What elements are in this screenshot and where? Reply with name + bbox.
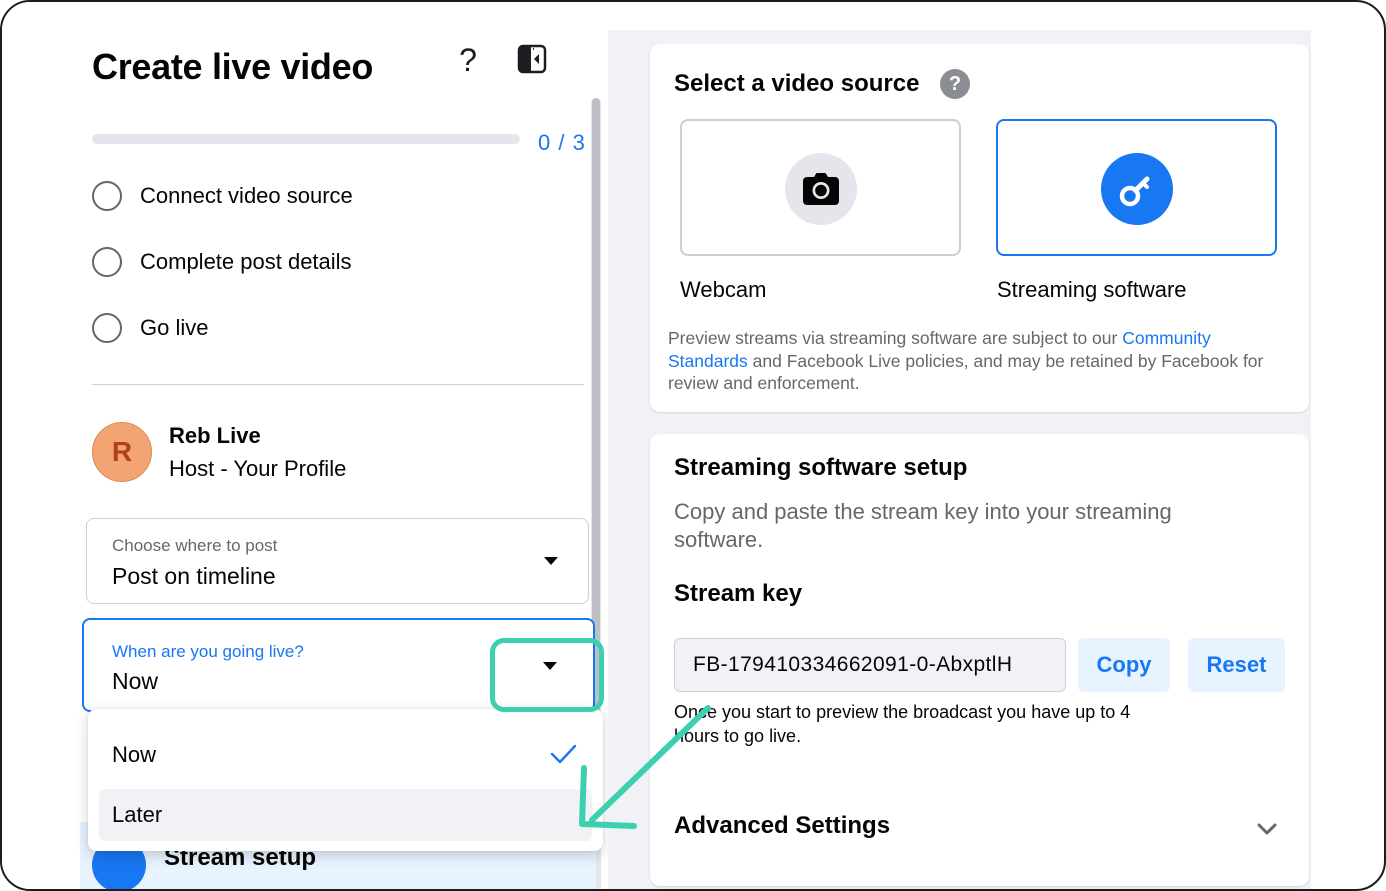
collapse-panel-icon[interactable]	[517, 44, 547, 74]
reset-button[interactable]: Reset	[1188, 638, 1285, 692]
source-label: Streaming software	[997, 277, 1187, 302]
source-option-streaming-software[interactable]	[996, 119, 1277, 256]
profile-name: Reb Live	[169, 423, 261, 448]
progress-bar	[92, 134, 520, 144]
icon-circle	[784, 153, 857, 225]
page-title: Create live video	[92, 46, 374, 87]
avatar: R	[92, 422, 152, 482]
progress-count: 0 / 3	[538, 130, 586, 155]
post-location-select[interactable]: Choose where to post Post on timeline	[86, 518, 589, 604]
select-label: Choose where to post	[112, 536, 278, 555]
step-label: Connect video source	[140, 183, 353, 208]
step-radio	[92, 181, 122, 211]
annotation-arrow	[579, 705, 711, 829]
stream-time-note: Once you start to preview the broadcast …	[674, 702, 1131, 746]
stream-key-label: Stream key	[674, 580, 803, 607]
card-title: Select a video source	[674, 70, 920, 97]
stream-key-input[interactable]	[675, 639, 1065, 691]
setup-description: Copy and paste the stream key into your …	[674, 499, 1172, 552]
menu-option-now[interactable]: Now	[99, 729, 592, 781]
step-complete-post-details[interactable]: Complete post details	[92, 246, 352, 278]
policy-text-part: and Facebook Live policies, and may be r…	[668, 350, 1264, 394]
step-radio	[92, 247, 122, 277]
go-live-time-menu: Now Later	[88, 709, 603, 851]
step-radio	[92, 313, 122, 343]
chevron-down-icon[interactable]	[1254, 816, 1280, 842]
camera-icon	[802, 173, 839, 205]
streaming-setup-card: Streaming software setup Copy and paste …	[650, 434, 1309, 886]
policy-text: Preview streams via streaming software a…	[668, 327, 1293, 395]
left-panel: Create live video ? 0 / 3 Connect video …	[2, 2, 608, 889]
card-title: Streaming software setup	[674, 454, 968, 481]
step-connect-video-source[interactable]: Connect video source	[92, 180, 353, 212]
source-label: Webcam	[680, 277, 767, 302]
step-go-live[interactable]: Go live	[92, 312, 208, 344]
copy-button[interactable]: Copy	[1078, 638, 1170, 692]
caret-down-icon	[544, 557, 558, 565]
divider	[92, 384, 584, 385]
menu-option-label: Now	[112, 742, 157, 767]
profile-role: Host - Your Profile	[169, 456, 347, 481]
select-value: Post on timeline	[112, 563, 276, 589]
step-label: Complete post details	[140, 249, 352, 274]
stream-key-field[interactable]	[674, 638, 1066, 692]
select-value: Now	[112, 668, 159, 694]
policy-text-part: Preview streams via streaming software a…	[668, 328, 1123, 348]
help-icon[interactable]: ?	[940, 69, 970, 99]
menu-option-later[interactable]: Later	[99, 789, 592, 841]
icon-circle	[1100, 153, 1173, 225]
help-icon[interactable]: ?	[454, 42, 482, 78]
step-label: Go live	[140, 315, 209, 340]
video-source-card: Select a video source ? Webcam Streaming…	[650, 44, 1309, 412]
menu-option-label: Later	[112, 802, 163, 827]
select-label: When are you going live?	[112, 642, 304, 661]
source-option-webcam[interactable]	[680, 119, 961, 256]
key-icon	[1119, 176, 1149, 207]
app-window: Create live video ? 0 / 3 Connect video …	[0, 0, 1386, 891]
